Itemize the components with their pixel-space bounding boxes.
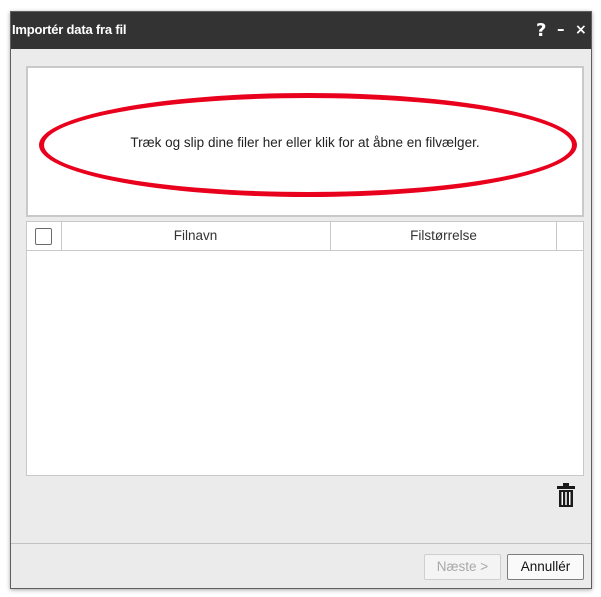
column-header-filesize[interactable]: Filstørrelse <box>331 222 557 250</box>
cancel-button[interactable]: Annullér <box>507 554 584 580</box>
select-all-cell <box>27 222 62 250</box>
dialog-title: Importér data fra fil <box>12 22 127 37</box>
drop-zone-text: Træk og slip dine filer her eller klik f… <box>130 135 480 150</box>
column-header-filename[interactable]: Filnavn <box>61 222 331 250</box>
help-icon[interactable]: ? <box>536 20 546 41</box>
dialog-titlebar[interactable]: Importér data fra fil ? – × <box>11 12 591 49</box>
file-table: Filnavn Filstørrelse <box>26 221 584 476</box>
file-drop-zone[interactable]: Træk og slip dine filer her eller klik f… <box>26 66 584 217</box>
minimize-icon[interactable]: – <box>557 20 565 38</box>
trash-icon-graphic <box>557 483 575 507</box>
import-dialog: Importér data fra fil ? – × Træk og slip… <box>10 11 592 589</box>
file-table-header: Filnavn Filstørrelse <box>27 222 583 251</box>
select-all-checkbox[interactable] <box>35 228 52 245</box>
column-header-spacer <box>557 222 583 250</box>
trash-icon[interactable] <box>556 483 576 512</box>
next-button[interactable]: Næste > <box>424 554 501 580</box>
footer-divider <box>11 543 591 544</box>
close-icon[interactable]: × <box>575 22 587 38</box>
